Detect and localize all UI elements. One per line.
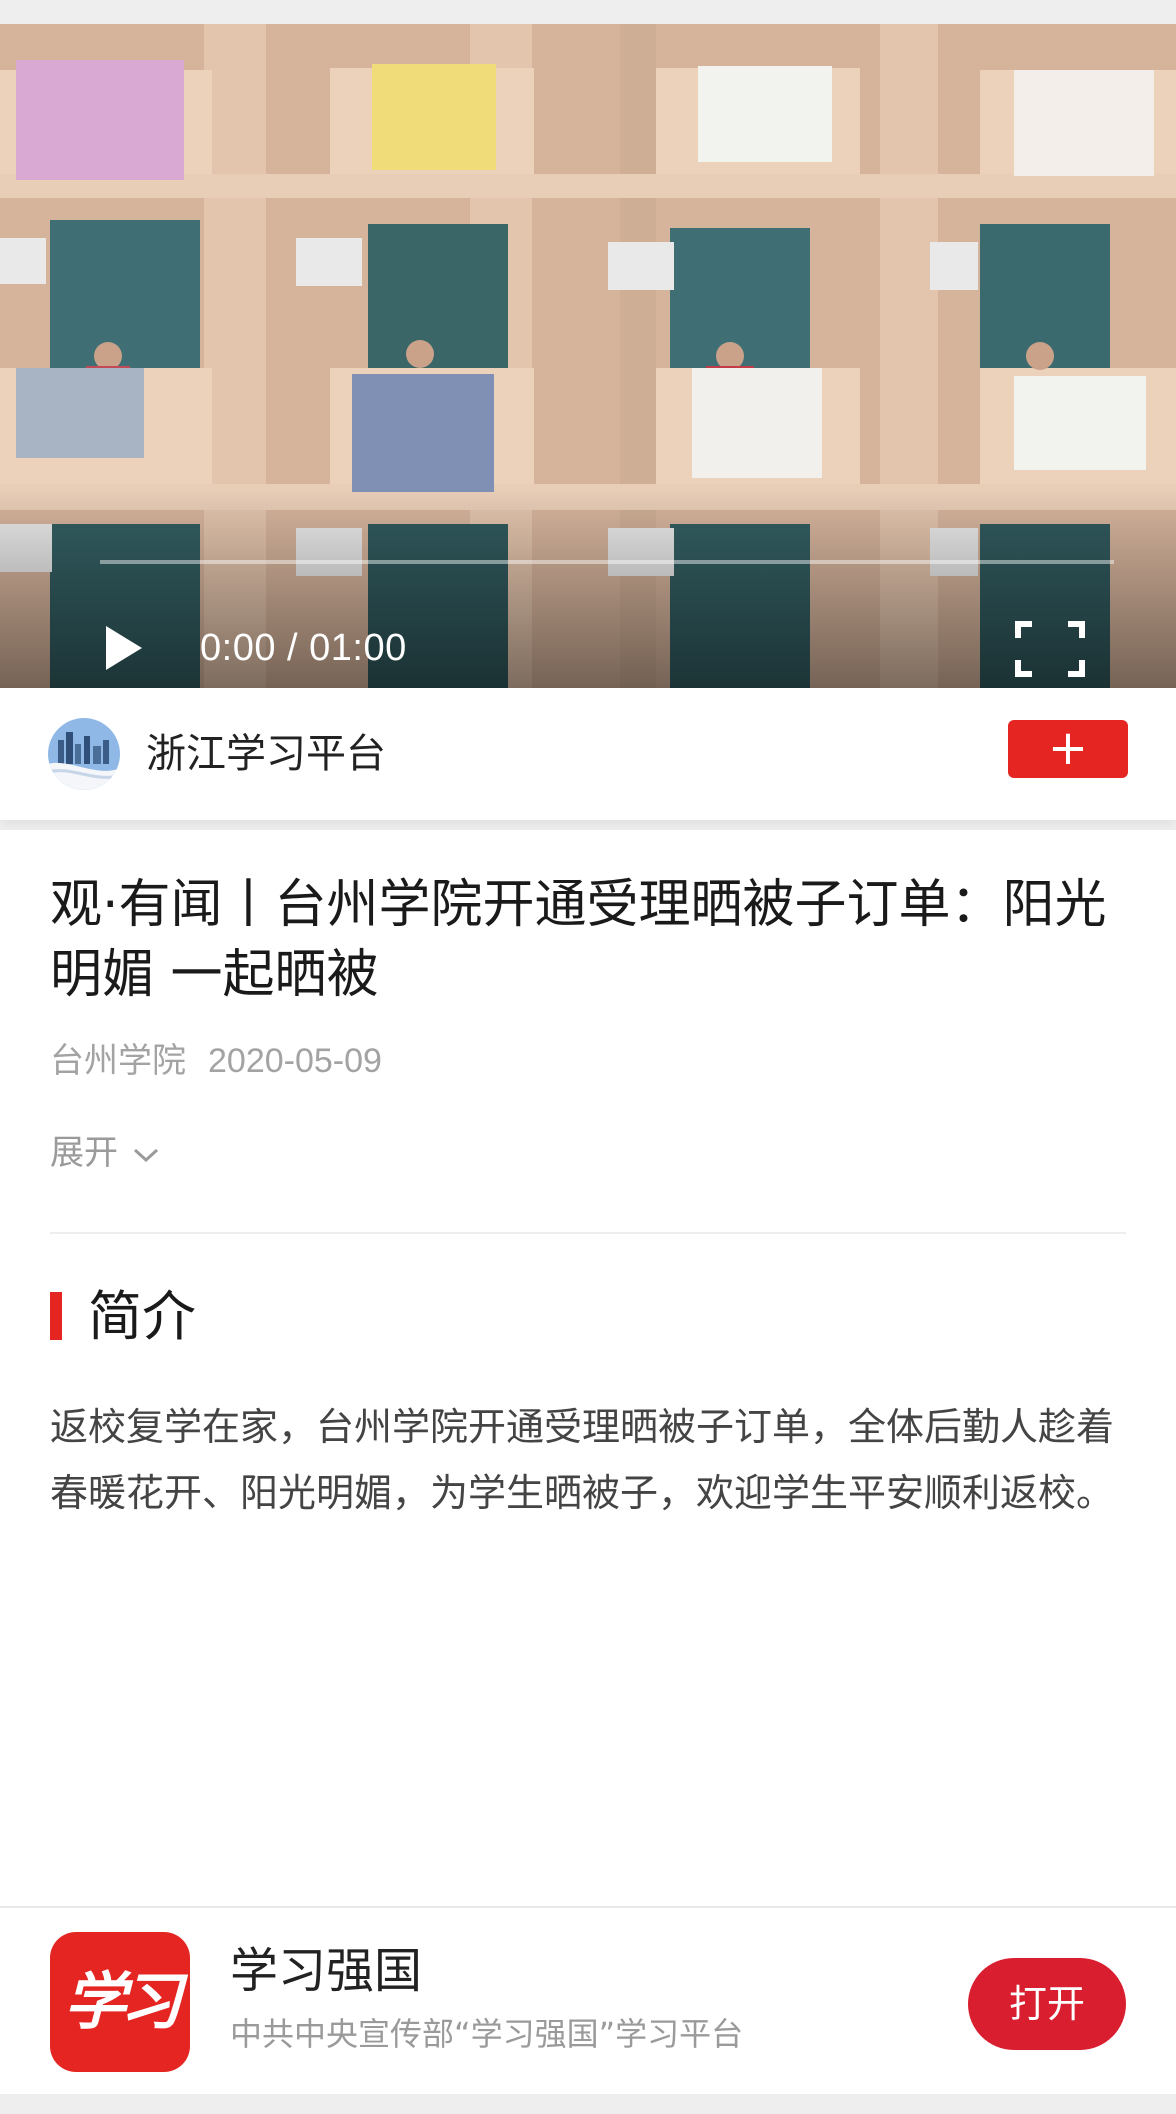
divider [50,1232,1126,1234]
play-button[interactable] [100,620,148,676]
play-icon [106,626,142,670]
intro-text: 返校复学在家，台州学院开通受理晒被子订单，全体后勤人趁着春暖花开、阳光明媚，为学… [50,1405,1115,1515]
app-description: 中共中央宣传部“学习强国”学习平台 [230,2015,744,2053]
article-date: 2020-05-09 [208,1042,382,1080]
article-source[interactable]: 台州学院 [50,1041,186,1081]
plus-icon: + [1047,720,1089,776]
chevron-down-icon [133,1148,159,1162]
open-app-button[interactable]: 打开 [968,1958,1126,2050]
account-name[interactable]: 浙江学习平台 [146,722,386,786]
fullscreen-button[interactable] [1014,620,1086,678]
account-bar: 浙江学习平台 + [0,688,1176,820]
app-promo-bar: 学习 学习强国 中共中央宣传部“学习强国”学习平台 打开 [0,1906,1176,2094]
app-icon[interactable]: 学习 [50,1932,190,2072]
expand-label: 展开 [50,1133,118,1173]
video-progress-bar[interactable] [100,560,1114,564]
account-avatar[interactable] [48,718,120,790]
article-title: 观·有闻丨台州学院开通受理晒被子订单：阳光明媚 一起晒被 [50,875,1107,1005]
section-marker [50,1292,62,1340]
top-strip [0,0,1176,24]
section-title: 简介 [88,1285,196,1348]
article-meta: 台州学院 2020-05-09 [50,1038,382,1084]
bottom-strip [0,2094,1176,2114]
video-scrim [0,488,1176,688]
article: 观·有闻丨台州学院开通受理晒被子订单：阳光明媚 一起晒被 台州学院 2020-05… [0,830,1176,1906]
follow-button[interactable]: + [1008,720,1128,778]
video-time: 0:00 / 01:00 [200,627,407,669]
app-logo: 学习 [63,1965,182,2038]
city-skyline-icon [48,718,120,790]
expand-toggle[interactable]: 展开 [50,1130,160,1176]
fullscreen-icon [1015,621,1085,677]
video-player[interactable]: 0:00 / 01:00 [0,24,1176,688]
app-name: 学习强国 [230,1943,423,1999]
